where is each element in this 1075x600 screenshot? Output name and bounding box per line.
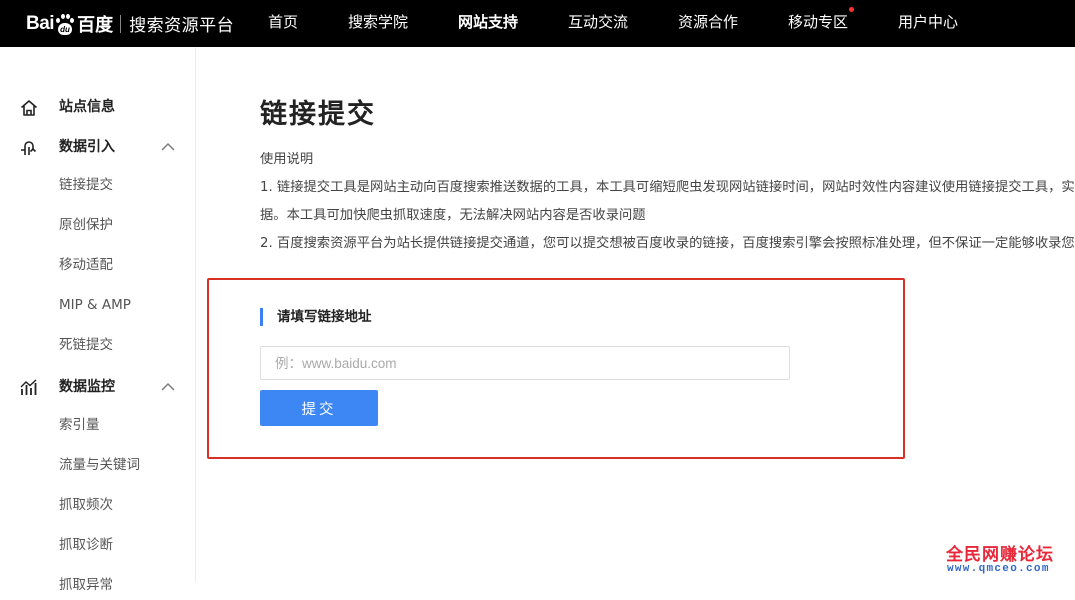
url-section-label: 请填写链接地址 [260,308,372,326]
usage-heading: 使用说明 [260,152,314,167]
sidebar-group-data-import[interactable]: 数据引入 [0,129,195,165]
watermark-url: www.qmceo.com [947,563,1050,575]
sidebar-item-crawl-errors[interactable]: 抓取异常 [59,570,189,600]
usage-line-1: 1. 链接提交工具是网站主动向百度搜索推送数据的工具，本工具可缩短爬虫发现网站链… [260,180,1075,195]
watermark-text: 全民网赚论坛 [946,545,1054,565]
sidebar-item-traffic-keywords[interactable]: 流量与关键词 [59,450,189,480]
sidebar-item-mobile-adaptation[interactable]: 移动适配 [59,250,189,280]
submit-button[interactable]: 提交 [260,390,378,426]
sidebar-group-label: 数据监控 [59,379,115,395]
baidu-logo[interactable]: Bai du 百度 搜索资源平台 [26,0,234,47]
sidebar-group-site-info[interactable]: 站点信息 [0,89,195,125]
sidebar: 站点信息 数据引入 链接提交 原创保护 移动适配 MIP & AMP 死链提交 … [0,47,196,593]
chevron-up-icon[interactable] [160,139,176,155]
sidebar-item-original-protection[interactable]: 原创保护 [59,210,189,240]
sidebar-item-crawl-frequency[interactable]: 抓取频次 [59,490,189,520]
data-import-icon [21,141,37,155]
logo-paw-letters: du [60,24,70,34]
usage-line-3: 2. 百度搜索资源平台为站长提供链接提交通道，您可以提交想被百度收录的链接，百度… [260,236,1075,251]
logo-text-baidu: 百度 [77,14,114,36]
logo-divider [120,14,122,33]
data-monitor-icon [20,379,37,395]
chevron-up-icon[interactable] [160,379,176,395]
sidebar-item-link-submit[interactable]: 链接提交 [59,170,189,200]
sidebar-item-mip-amp[interactable]: MIP & AMP [59,290,189,320]
sidebar-item-dead-link-submit[interactable]: 死链提交 [59,330,189,360]
logo-platform-name: 搜索资源平台 [129,16,235,36]
usage-line-2: 据。本工具可加快爬虫抓取速度，无法解决网站内容是否收录问题 [260,208,646,223]
logo-text-bai: Bai [26,12,55,34]
sidebar-group-label: 数据引入 [59,139,115,155]
url-input[interactable] [260,346,790,380]
sidebar-group-label: 站点信息 [59,99,115,115]
usage-instructions: 使用说明 1. 链接提交工具是网站主动向百度搜索推送数据的工具，本工具可缩短爬虫… [260,0,1075,260]
sidebar-group-data-monitor[interactable]: 数据监控 [0,369,195,405]
sidebar-item-index-count[interactable]: 索引量 [59,410,189,440]
baidu-paw-icon: du [55,13,75,35]
sidebar-item-crawl-diagnosis[interactable]: 抓取诊断 [59,530,189,560]
home-icon [20,100,38,116]
